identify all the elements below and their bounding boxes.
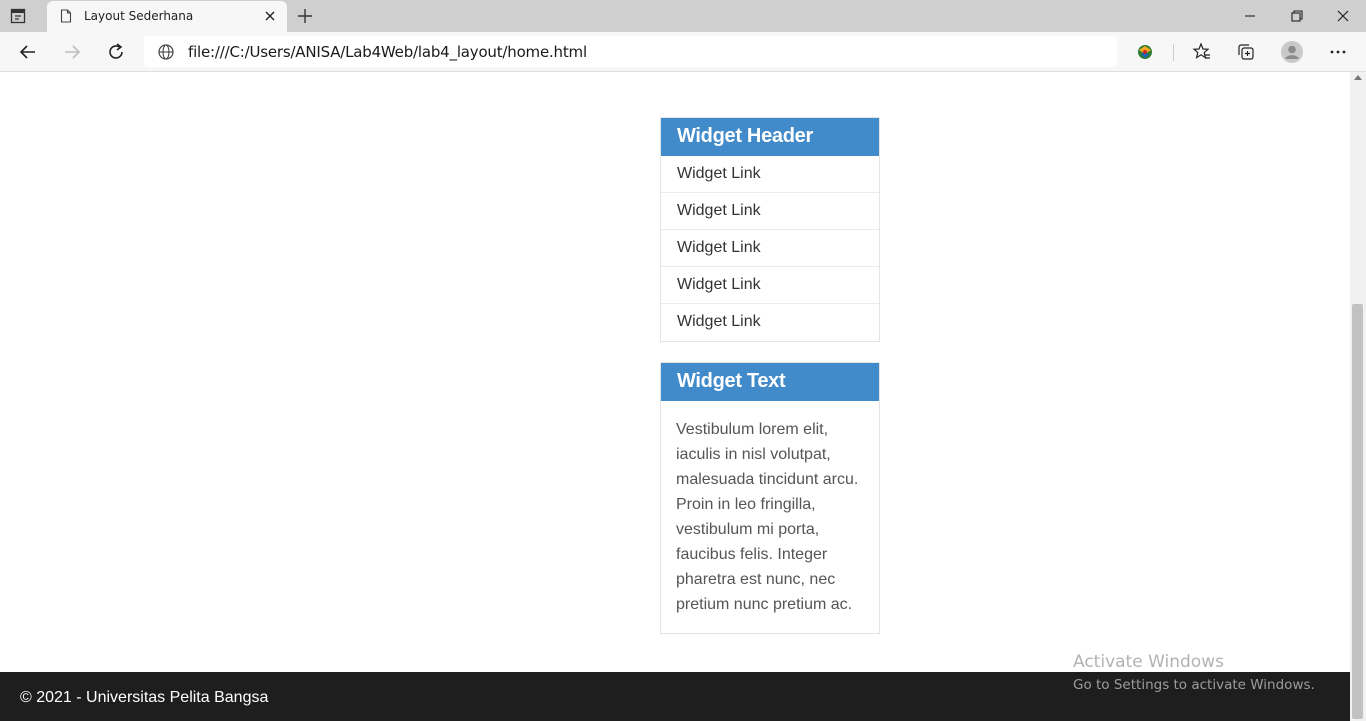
page-icon <box>59 9 73 23</box>
scroll-thumb[interactable] <box>1352 304 1363 719</box>
new-tab-icon[interactable] <box>296 7 314 25</box>
widget-text-line: malesuada tincidunt arcu. <box>676 471 859 488</box>
url-text[interactable]: file:///C:/Users/ANISA/Lab4Web/lab4_layo… <box>188 43 587 61</box>
page-viewport: Widget Header Widget Link Widget Link Wi… <box>0 72 1350 721</box>
widget-header-title: Widget Header <box>661 118 879 156</box>
address-bar[interactable]: file:///C:/Users/ANISA/Lab4Web/lab4_layo… <box>144 36 1117 67</box>
profile-avatar-icon[interactable] <box>1281 41 1303 63</box>
widget-link[interactable]: Widget Link <box>661 193 879 230</box>
footer-copyright: © 2021 - Universitas Pelita Bangsa <box>20 689 269 706</box>
widget-text-line: iaculis in nisl volutpat, <box>676 446 831 463</box>
extension-icon[interactable] <box>1135 42 1155 62</box>
widget-link-list: Widget Link Widget Link Widget Link Widg… <box>661 156 879 341</box>
more-menu-icon[interactable] <box>1328 42 1348 62</box>
restore-icon[interactable] <box>1287 6 1307 26</box>
widget-text-title: Widget Text <box>661 363 879 401</box>
favorites-icon[interactable] <box>1192 42 1212 62</box>
minimize-icon[interactable] <box>1240 6 1260 26</box>
widget-link[interactable]: Widget Link <box>661 267 879 304</box>
forward-arrow-icon[interactable] <box>62 42 82 62</box>
browser-tab[interactable]: Layout Sederhana <box>47 1 287 32</box>
widget-link[interactable]: Widget Link <box>661 230 879 267</box>
widget-text-line: vestibulum mi porta, <box>676 521 820 538</box>
close-window-icon[interactable] <box>1333 6 1353 26</box>
widget-text-line: Proin in leo fringilla, <box>676 496 816 513</box>
close-tab-icon[interactable] <box>263 9 277 23</box>
widget-link[interactable]: Widget Link <box>661 304 879 341</box>
widget-text-line: Vestibulum lorem elit, <box>676 421 829 438</box>
widget-links-box: Widget Header Widget Link Widget Link Wi… <box>660 117 880 342</box>
activation-watermark-title: Activate Windows <box>1073 652 1224 672</box>
tab-title: Layout Sederhana <box>84 9 194 23</box>
widget-text-box: Widget Text Vestibulum lorem elit, iacul… <box>660 362 880 634</box>
widget-text-body: Vestibulum lorem elit, iaculis in nisl v… <box>661 401 879 633</box>
activation-watermark-subtitle: Go to Settings to activate Windows. <box>1073 677 1315 693</box>
widget-text-line: faucibus felis. Integer <box>676 546 828 563</box>
widget-link[interactable]: Widget Link <box>661 156 879 193</box>
globe-icon <box>157 43 175 61</box>
vertical-scrollbar[interactable] <box>1350 72 1366 721</box>
widget-text-line: pretium nunc pretium ac. <box>676 596 853 613</box>
collections-icon[interactable] <box>1236 42 1256 62</box>
back-arrow-icon[interactable] <box>18 42 38 62</box>
toolbar-divider <box>1173 44 1174 61</box>
browser-toolbar: file:///C:/Users/ANISA/Lab4Web/lab4_layo… <box>0 32 1366 72</box>
tab-bar: Layout Sederhana <box>0 0 1366 32</box>
widget-text-line: pharetra est nunc, nec <box>676 571 836 588</box>
scroll-up-arrow-icon[interactable] <box>1354 75 1362 80</box>
refresh-icon[interactable] <box>106 42 126 62</box>
tab-actions-icon[interactable] <box>10 8 26 24</box>
